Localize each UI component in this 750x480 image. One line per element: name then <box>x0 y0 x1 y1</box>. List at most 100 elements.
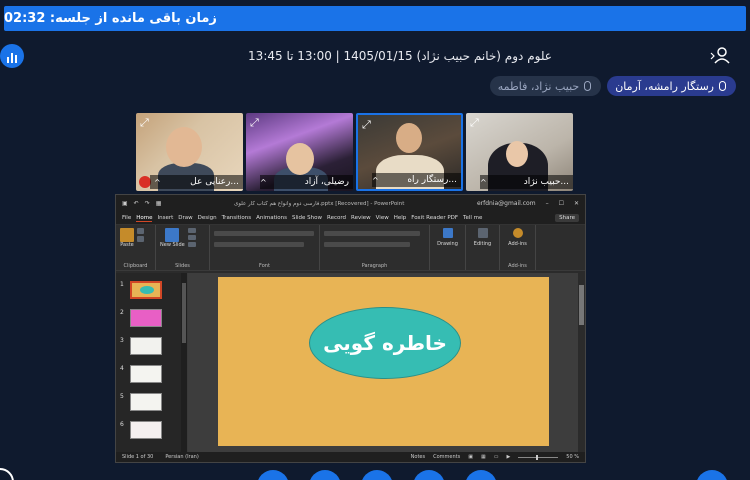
control-button[interactable] <box>413 470 445 480</box>
slide-number: 5 <box>120 393 124 400</box>
control-button[interactable] <box>465 470 497 480</box>
slideshow-icon[interactable]: ▶ <box>506 454 510 460</box>
ribbon-group-label: Slides <box>175 263 190 269</box>
clock-icon[interactable] <box>0 468 14 480</box>
participant-face <box>286 143 314 175</box>
copy-icon[interactable] <box>137 236 144 242</box>
expand-icon[interactable]: ⤢ <box>362 118 371 132</box>
video-tile[interactable]: ⤢ رعنایی عل... ^ <box>136 113 243 191</box>
save-icon[interactable]: ▣ <box>122 200 128 207</box>
chevron-up-icon[interactable]: ^ <box>480 178 487 187</box>
slide-thumbnail[interactable]: 5 <box>120 393 162 411</box>
zoom-level[interactable]: 50 % <box>566 454 579 460</box>
slide-thumbnails: 1 2 3 4 5 6 <box>116 273 188 452</box>
slide-thumbnail[interactable]: 3 <box>120 337 162 355</box>
speaker-chip-muted[interactable]: حبیب نژاد، فاطمه <box>489 76 602 96</box>
ppt-titlebar: ▣ ↶ ↷ ▦ فارسی دوم وانواع هم کتاب کار علو… <box>116 195 585 212</box>
menu-tab-draw[interactable]: Draw <box>178 215 192 221</box>
drawing-button[interactable]: Drawing <box>430 225 466 270</box>
section-icon[interactable] <box>187 242 196 247</box>
chevron-up-icon[interactable]: ^ <box>372 176 379 185</box>
menu-tab-view[interactable]: View <box>376 215 389 221</box>
speaker-chip-active[interactable]: رستگار رامشه، آرمان <box>607 76 736 96</box>
chevron-up-icon[interactable]: ^ <box>260 178 267 187</box>
slide-thumbnail[interactable]: 1 <box>120 281 162 299</box>
thumbnail-image <box>130 393 162 411</box>
menu-tab-tellme[interactable]: Tell me <box>463 215 482 221</box>
zoom-slider[interactable] <box>518 454 559 460</box>
slide-thumbnail[interactable]: 2 <box>120 309 162 327</box>
menu-tab-file[interactable]: File <box>122 215 131 221</box>
reading-view-icon[interactable]: ▭ <box>494 454 499 460</box>
ppt-workspace: 1 2 3 4 5 6 خاطره گویی <box>116 273 585 452</box>
font-format-buttons[interactable] <box>214 242 304 247</box>
slide-scrollbar[interactable] <box>578 273 585 452</box>
menu-tab-insert[interactable]: Insert <box>157 215 173 221</box>
meeting-title: علوم دوم (خانم حبیب نژاد) 1405/01/15 | 1… <box>248 49 552 63</box>
addins-button[interactable]: Add-ins Add-ins <box>500 225 536 270</box>
stats-icon <box>7 57 9 63</box>
expand-icon[interactable]: ⤢ <box>250 116 259 130</box>
reset-icon[interactable] <box>187 235 196 240</box>
participant-name: رضیلی، آزاد <box>260 175 353 189</box>
sorter-view-icon[interactable]: ▦ <box>481 454 486 460</box>
participant-face <box>506 141 528 167</box>
participant-face <box>396 123 422 153</box>
thumbnail-scrollbar[interactable] <box>181 273 187 452</box>
mic-icon <box>584 81 592 91</box>
notes-button[interactable]: Notes <box>411 454 425 460</box>
paragraph-align-buttons[interactable] <box>324 242 410 247</box>
menu-tab-animations[interactable]: Animations <box>256 215 287 221</box>
drawing-label: Drawing <box>437 241 458 247</box>
menu-tab-design[interactable]: Design <box>198 215 217 221</box>
expand-icon[interactable]: ⤢ <box>140 116 149 130</box>
share-button[interactable]: Share <box>555 214 579 222</box>
slide-title-shape[interactable]: خاطره گویی <box>309 307 461 379</box>
expand-icon[interactable]: ⤢ <box>470 116 479 130</box>
editing-button[interactable]: Editing <box>466 225 500 270</box>
user-account-icon[interactable] <box>710 44 732 66</box>
cut-icon[interactable] <box>137 228 144 234</box>
menu-tab-help[interactable]: Help <box>394 215 407 221</box>
undo-icon[interactable]: ↶ <box>134 200 139 207</box>
drawing-icon <box>442 228 453 238</box>
speaker-name: رستگار رامشه، آرمان <box>615 79 714 93</box>
video-tile[interactable]: ⤢ رضیلی، آزاد ^ <box>246 113 353 191</box>
chevron-up-icon[interactable]: ^ <box>154 178 161 187</box>
control-button[interactable] <box>361 470 393 480</box>
stats-button[interactable] <box>0 44 24 68</box>
participant-name: حبیب نژاد... <box>480 175 573 189</box>
comments-button[interactable]: Comments <box>433 454 460 460</box>
current-slide[interactable]: خاطره گویی <box>218 277 549 446</box>
menu-tab-slideshow[interactable]: Slide Show <box>292 215 322 221</box>
menu-tab-transitions[interactable]: Transitions <box>222 215 251 221</box>
font-name-box[interactable] <box>214 231 314 236</box>
video-tile[interactable]: ⤢ حبیب نژاد... ^ <box>466 113 573 191</box>
menu-tab-foxit[interactable]: Foxit Reader PDF <box>411 215 458 221</box>
menu-tab-review[interactable]: Review <box>351 215 371 221</box>
control-button[interactable] <box>257 470 289 480</box>
slide-thumbnail[interactable]: 4 <box>120 365 162 383</box>
slide-canvas[interactable]: خاطره گویی <box>188 273 585 452</box>
paragraph-list-buttons[interactable] <box>324 231 420 236</box>
participant-name: رعنایی عل... <box>150 175 243 189</box>
video-tile-active[interactable]: ⤢ رستگار راه... ^ <box>356 113 463 191</box>
layout-icon[interactable] <box>187 228 196 233</box>
control-button[interactable] <box>696 470 728 480</box>
paste-button[interactable]: Paste <box>120 228 134 248</box>
redo-icon[interactable]: ↷ <box>145 200 150 207</box>
normal-view-icon[interactable]: ▣ <box>468 454 473 460</box>
language-indicator[interactable]: Persian (Iran) <box>165 454 198 460</box>
shared-screen-powerpoint[interactable]: ▣ ↶ ↷ ▦ فارسی دوم وانواع هم کتاب کار علو… <box>115 194 586 463</box>
ribbon-group-label: Clipboard <box>123 263 148 269</box>
menu-tab-record[interactable]: Record <box>327 215 346 221</box>
menu-tab-home[interactable]: Home <box>136 215 153 222</box>
maximize-icon[interactable]: ☐ <box>559 200 564 207</box>
new-slide-button[interactable]: New Slide <box>160 228 185 248</box>
slide-thumbnail[interactable]: 6 <box>120 421 162 439</box>
close-icon[interactable]: ✕ <box>574 200 579 207</box>
control-button[interactable] <box>309 470 341 480</box>
minimize-icon[interactable]: – <box>546 200 549 207</box>
thumbnail-image <box>130 281 162 299</box>
participant-face <box>166 127 202 167</box>
